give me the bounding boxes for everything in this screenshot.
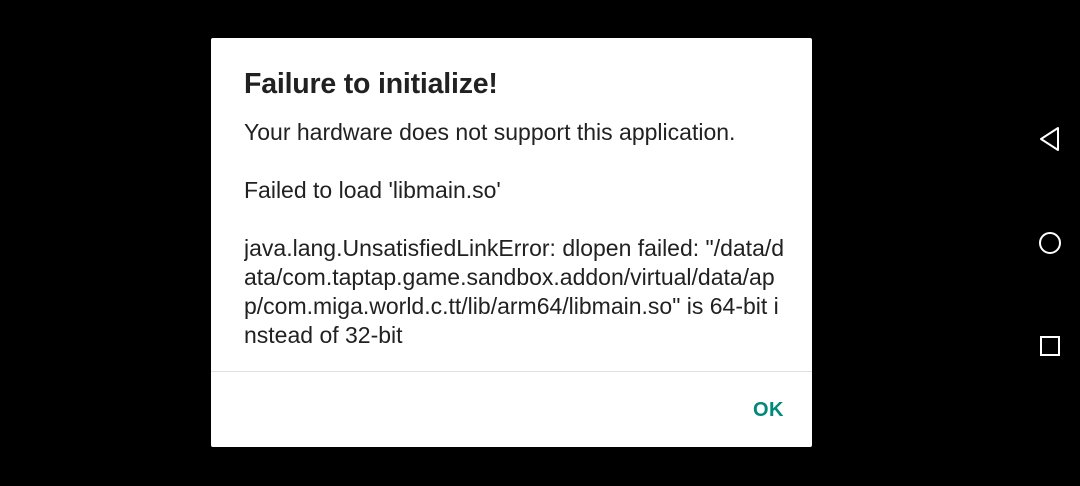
recents-button[interactable]	[1028, 324, 1072, 368]
load-failure-message: Failed to load 'libmain.so'	[244, 177, 501, 203]
app-screen: Failure to initialize! Your hardware doe…	[0, 0, 1080, 486]
hardware-unsupported-message: Your hardware does not support this appl…	[244, 119, 736, 145]
back-button[interactable]	[1028, 117, 1072, 161]
ok-button[interactable]: OK	[745, 392, 792, 428]
dialog-divider	[211, 371, 812, 372]
dialog-message-area[interactable]: Your hardware does not support this appl…	[244, 118, 789, 371]
recents-square-icon	[1040, 336, 1060, 356]
error-dialog: Failure to initialize! Your hardware doe…	[211, 38, 812, 447]
back-triangle-icon	[1040, 127, 1059, 151]
home-button[interactable]	[1028, 221, 1072, 265]
home-circle-icon	[1039, 232, 1061, 254]
navigation-bar	[1020, 0, 1080, 486]
dialog-title: Failure to initialize!	[244, 68, 498, 100]
error-detail-message: java.lang.UnsatisfiedLinkError: dlopen f…	[244, 235, 785, 348]
